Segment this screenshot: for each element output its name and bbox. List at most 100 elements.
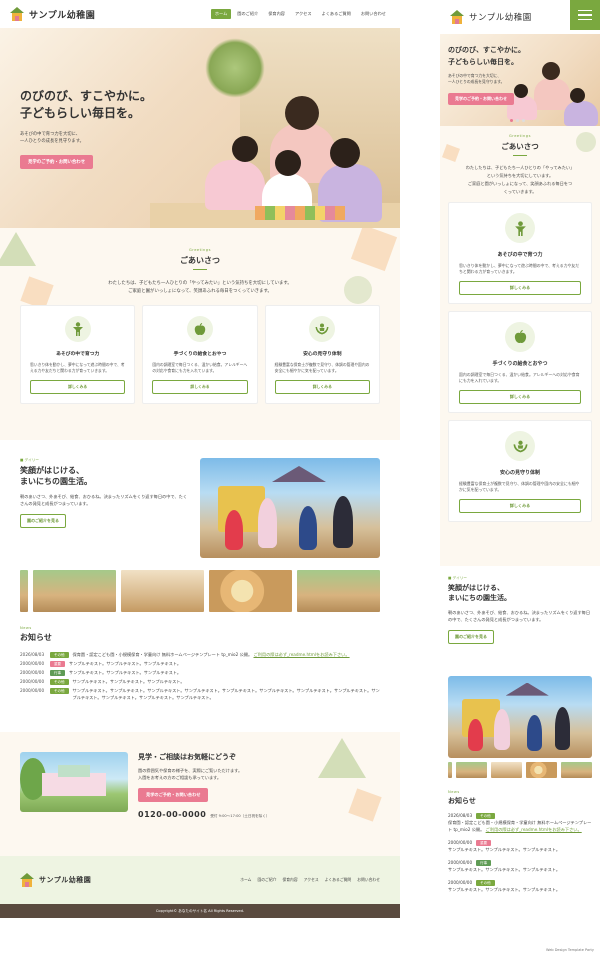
news-date: 2026/08/03 [20,652,45,657]
card-text: 思いきり体を動かし、夢中になって遊ぶ時間の中で、考える力や友だちと関わる力が育っ… [459,263,580,274]
card-more-button[interactable]: 詳しくみる [30,380,126,394]
news-item: 2026/08/03 その他 保育園・認定こども園・小規模保育・学童向け 無料ホ… [20,651,380,658]
school-building-photo [20,752,128,812]
footer-nav-about[interactable]: 園のご紹介 [257,877,276,883]
care-hands-icon [309,316,336,342]
news-date: 2000/00/00 [20,670,45,675]
news-badge: 重要 [50,660,65,667]
deco-circle [576,132,596,152]
gallery-thumb [121,570,204,612]
greeting-text: わたしたちは、子どもたち一人ひとりの「やってみたい」 という気持ちを大切にしてい… [465,165,575,194]
hero-child-head [232,136,258,162]
news-badge: その他 [476,812,495,819]
footer-nav-faq[interactable]: よくあるご質問 [325,877,352,883]
news-item: 2000/00/00 重要 サンプルテキスト。サンプルテキスト。サンプルテキスト。 [448,839,592,853]
hero-child-head [275,150,301,176]
about-button[interactable]: 園のご紹介を見る [448,630,494,644]
news-text: サンプルテキスト。サンプルテキスト。サンプルテキスト。 [69,670,182,675]
daily-text: 朝のあいさつ、外あそび、給食、おひるね。決まったリズムをくり返す毎日の中で、たく… [20,494,188,506]
news-badge: 行事 [476,859,492,866]
feature-card-safety: 安心の見守り体制 経験豊富な保育士が複数で見守り、体調の管理や園内の安全にも細や… [264,305,380,404]
template-credit[interactable]: Web Design Template Party [546,948,594,952]
hero-plant [205,38,265,98]
gallery-thumb [297,570,380,612]
contact-text: 園の雰囲気や保育の様子を、実際にご覧いただけます。 入園をお考えの方のご相談も承… [138,768,243,780]
news-text: サンプルテキスト。サンプルテキスト。サンプルテキスト。 [448,867,561,872]
news-badge: その他 [50,687,69,694]
footer-logo-text[interactable]: サンプル幼稚園 [39,875,91,885]
hero-child-head [570,88,585,103]
card-more-button[interactable]: 詳しくみる [459,281,581,295]
hero-teacher [534,78,570,110]
news-item: 2000/00/00 その他 サンプルテキスト。サンプルテキスト。サンプルテキスト… [448,879,592,893]
card-text: 経験豊富な保育士が複数で見守り、体調の管理や園内の安全にも細やかに気を配っていま… [274,362,370,373]
site-footer: サンプル幼稚園 ホーム 園のご紹介 保育内容 アクセス よくあるご質問 お問い合… [0,856,400,904]
news-text: サンプルテキスト。サンプルテキスト。サンプルテキスト。 [72,679,185,684]
greeting-label-en: Greetings [189,248,211,252]
news-item: 2000/00/00 行事 サンプルテキスト。サンプルテキスト。サンプルテキスト。 [448,859,592,873]
nav-program[interactable]: 保育内容 [264,9,289,19]
greeting-text: わたしたちは、子どもたち一人ひとりの「やってみたい」という気持ちを大切にしていま… [108,281,292,294]
hero-child-head [330,138,360,168]
card-more-button[interactable]: 詳しくみる [152,380,248,394]
hero-teacher-head [285,96,319,130]
logo-house-icon[interactable] [20,873,34,887]
card-title: 安心の見守り体制 [303,352,342,357]
news-link[interactable]: ご利用の際は必ず_readme.htmlをお読み下さい。 [254,652,350,657]
slider-dot[interactable] [516,119,519,122]
footer-nav-contact[interactable]: お問い合わせ [357,877,380,883]
child-figure [527,715,542,752]
logo-house-icon[interactable] [450,10,464,24]
gallery-thumb [33,570,116,612]
slider-dot[interactable] [510,119,513,122]
greeting-heading: ごあいさつ [0,255,400,270]
mobile-hero-lead: あそびの中で育つ力を大切に、 一人ひとりの成長を見守ります。 [448,73,505,84]
slider-dot[interactable] [522,119,525,122]
nav-contact[interactable]: お問い合わせ [357,9,390,19]
news-text: サンプルテキスト。サンプルテキスト。サンプルテキスト。 [448,847,561,852]
child-figure [494,708,510,750]
hero-child [564,101,598,126]
feature-card-play: あそびの中で育つ力 思いきり体を動かし、夢中になって遊ぶ時間の中で、考える力や友… [20,305,136,404]
gallery-thumb [448,762,452,778]
footer-nav-access[interactable]: アクセス [304,877,319,883]
global-nav: ホーム 園のご紹介 保育内容 アクセス よくあるご質問 お問い合わせ [210,9,390,19]
child-icon-svg [72,322,83,336]
about-button[interactable]: 園のご紹介を見る [20,514,66,528]
nav-access[interactable]: アクセス [291,9,316,19]
mobile-feature-cards: あそびの中で育つ力 思いきり体を動かし、夢中になって遊ぶ時間の中で、考える力や友… [440,202,600,522]
card-more-button[interactable]: 詳しくみる [459,390,581,404]
news-text: サンプルテキスト。サンプルテキスト。サンプルテキスト。 [69,661,182,666]
tel-number[interactable]: 0120-00-0000 [138,810,206,819]
nav-home[interactable]: ホーム [210,9,232,19]
nav-about[interactable]: 園のご紹介 [233,9,262,19]
hamburger-menu-icon[interactable] [570,0,600,30]
news-link[interactable]: ご利用の際は必ず_readme.htmlをお読み下さい。 [486,827,582,832]
feature-card-play: あそびの中で育つ力 思いきり体を動かし、夢中になって遊ぶ時間の中で、考える力や友… [448,202,592,304]
card-more-button[interactable]: 詳しくみる [274,380,370,394]
footer-nav-program[interactable]: 保育内容 [282,877,297,883]
hero-cta-button[interactable]: 見学のご予約・お問い合わせ [20,155,94,169]
card-text: 園内の調理室で毎日つくる、温かい給食。アレルギーへの対応や食育にも力を入れていま… [459,372,580,383]
nav-faq[interactable]: よくあるご質問 [318,9,355,19]
news-label-en: News [448,790,460,794]
footer-nav-home[interactable]: ホーム [240,877,251,883]
site-logo-text[interactable]: サンプル幼稚園 [29,8,95,21]
mobile-header: サンプル幼稚園 [440,0,600,34]
logo-house-icon[interactable] [10,7,24,21]
deco-square [348,788,382,822]
mobile-logo-text[interactable]: サンプル幼稚園 [469,11,532,23]
mobile-hero: のびのび、すこやかに。 子どもらしい毎日を。 あそびの中で育つ力を大切に、 一人… [440,34,600,126]
playground-roof [505,682,549,696]
contact-cta-button[interactable]: 見学のご予約・お問い合わせ [138,788,209,802]
desktop-preview: サンプル幼稚園 ホーム 園のご紹介 保育内容 アクセス よくあるご質問 お問い合… [0,0,400,956]
card-more-button[interactable]: 詳しくみる [459,499,581,513]
greeting-section: Greetings ごあいさつ わたしたちは、子どもたち一人ひとりの「やってみた… [0,228,400,440]
care-hands-icon [505,431,535,461]
news-item: 2000/00/00 重要 サンプルテキスト。サンプルテキスト。サンプルテキスト… [20,660,380,667]
news-text: 保育園・認定こども園・小規模保育・学童向け 無料ホームページテンプレート tp_… [72,652,253,657]
mobile-hero-cta-button[interactable]: 見学のご予約・お問い合わせ [448,93,514,105]
news-badge: 行事 [50,669,65,676]
playground-roof [272,466,326,482]
gallery-thumb [20,570,28,612]
